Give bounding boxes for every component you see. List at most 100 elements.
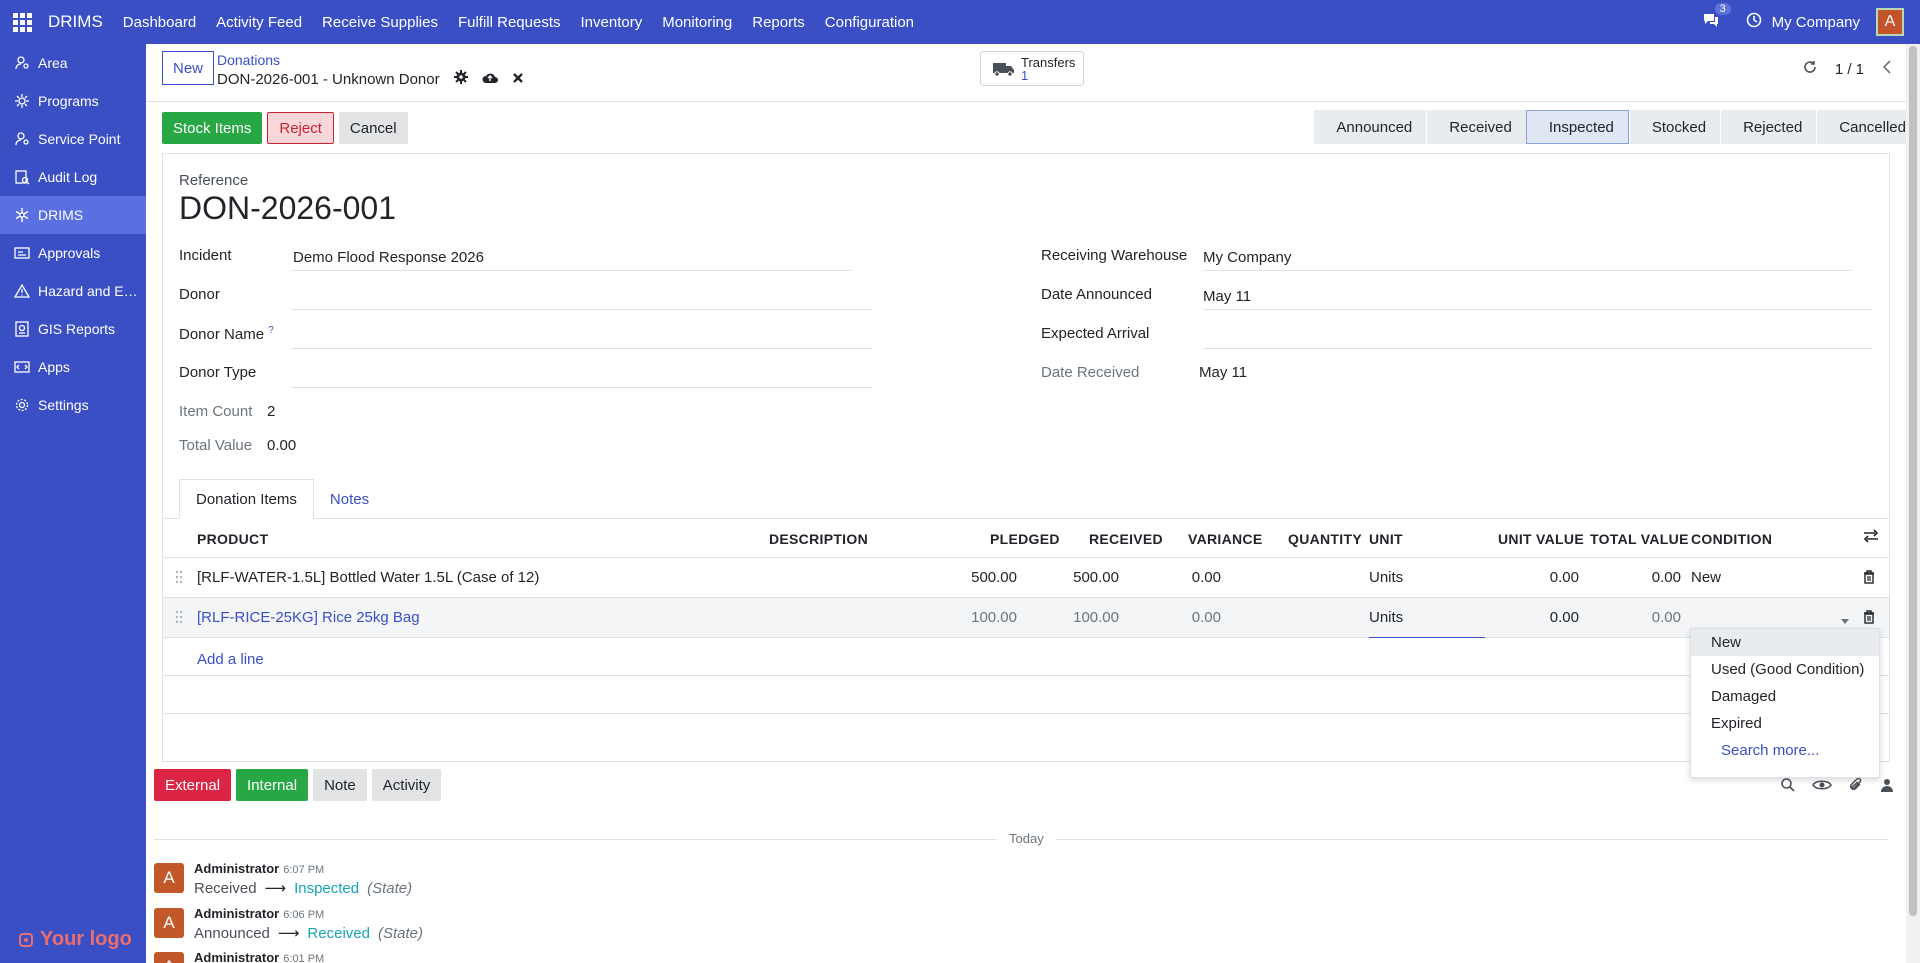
- drag-handle-icon[interactable]: [175, 570, 183, 588]
- gear-icon[interactable]: [453, 70, 468, 88]
- sidebar-item-hazard[interactable]: Hazard and E…: [0, 272, 146, 310]
- followers-user-icon[interactable]: [1880, 777, 1896, 797]
- column-unit[interactable]: UNIT: [1369, 531, 1403, 547]
- arrow-right-icon: ⟶: [277, 925, 300, 942]
- company-switcher[interactable]: My Company: [1772, 14, 1860, 31]
- sidebar-item-apps[interactable]: Apps: [0, 348, 146, 386]
- reject-button[interactable]: Reject: [267, 112, 334, 144]
- new-button[interactable]: New: [162, 51, 215, 85]
- pager-value[interactable]: 1 / 1: [1835, 61, 1864, 78]
- menu-reports[interactable]: Reports: [752, 14, 805, 31]
- menu-fulfill-requests[interactable]: Fulfill Requests: [458, 14, 561, 31]
- pager-previous-icon[interactable]: [1882, 60, 1892, 78]
- search-icon[interactable]: [1780, 777, 1796, 797]
- sidebar-item-programs[interactable]: Programs: [0, 82, 146, 120]
- stage-stocked[interactable]: Stocked: [1628, 110, 1721, 144]
- add-line-link[interactable]: Add a line: [197, 651, 264, 668]
- column-variance[interactable]: VARIANCE: [1188, 531, 1262, 547]
- sidebar-item-drims[interactable]: DRIMS: [0, 196, 146, 234]
- menu-configuration[interactable]: Configuration: [825, 14, 914, 31]
- product-link[interactable]: [RLF-RICE-25KG] Rice 25kg Bag: [197, 609, 420, 626]
- caret-down-icon[interactable]: [1841, 612, 1849, 629]
- today-label: Today: [997, 831, 1056, 846]
- message-author: Administrator 6:07 PM: [194, 861, 325, 876]
- sidebar-item-audit-log[interactable]: Audit Log: [0, 158, 146, 196]
- sidebar-item-label: Audit Log: [38, 169, 98, 185]
- warehouse-field[interactable]: My Company: [1203, 249, 1851, 271]
- item-count-value: 2: [267, 403, 276, 420]
- stage-inspected[interactable]: Inspected: [1525, 110, 1629, 144]
- cancel-button[interactable]: Cancel: [338, 112, 408, 144]
- table-row[interactable]: [RLF-RICE-25KG] Rice 25kg Bag 100.00 100…: [163, 598, 1889, 638]
- sidebar-item-settings[interactable]: Settings: [0, 386, 146, 424]
- page-scrollbar[interactable]: [1906, 44, 1920, 963]
- table-header: PRODUCT DESCRIPTION PLEDGED RECEIVED VAR…: [163, 519, 1889, 558]
- date-announced-field[interactable]: May 11: [1203, 288, 1873, 310]
- menu-activity-feed[interactable]: Activity Feed: [216, 14, 302, 31]
- message-count-badge: 3: [1714, 3, 1731, 15]
- delete-row-icon[interactable]: [1863, 570, 1875, 588]
- discard-icon[interactable]: [512, 71, 524, 88]
- menu-receive-supplies[interactable]: Receive Supplies: [322, 14, 438, 31]
- donor-type-field[interactable]: [291, 366, 873, 388]
- donor-field[interactable]: [291, 288, 873, 310]
- messages-icon[interactable]: 3: [1702, 3, 1731, 32]
- attachment-icon[interactable]: [1848, 777, 1864, 797]
- transfers-smart-button[interactable]: Transfers 1: [980, 51, 1084, 86]
- column-quantity[interactable]: QUANTITY: [1288, 531, 1362, 547]
- delete-row-icon[interactable]: [1863, 610, 1875, 628]
- menu-monitoring[interactable]: Monitoring: [662, 14, 732, 31]
- column-received[interactable]: RECEIVED: [1089, 531, 1163, 547]
- followers-eye-icon[interactable]: [1812, 777, 1832, 797]
- expected-arrival-field[interactable]: [1203, 327, 1873, 349]
- option-used[interactable]: Used (Good Condition): [1691, 656, 1879, 683]
- stage-cancelled[interactable]: Cancelled: [1816, 110, 1920, 144]
- sidebar-item-label: Hazard and E…: [38, 283, 138, 299]
- column-total-value[interactable]: TOTAL VALUE: [1590, 531, 1689, 547]
- optional-columns-icon[interactable]: [1863, 529, 1879, 546]
- column-unit-value[interactable]: UNIT VALUE: [1498, 531, 1584, 547]
- send-external-button[interactable]: External: [154, 769, 232, 801]
- stock-items-button[interactable]: Stock Items: [162, 112, 263, 144]
- user-avatar[interactable]: A: [1876, 8, 1904, 36]
- menu-inventory[interactable]: Inventory: [581, 14, 643, 31]
- log-internal-button[interactable]: Internal: [236, 769, 309, 801]
- search-more-link[interactable]: Search more...: [1691, 737, 1879, 764]
- option-damaged[interactable]: Damaged: [1691, 683, 1879, 710]
- help-tooltip[interactable]: ?: [268, 325, 274, 336]
- unit-value-field[interactable]: 0.00: [1550, 609, 1579, 626]
- breadcrumb-donations[interactable]: Donations: [217, 52, 280, 68]
- column-pledged[interactable]: PLEDGED: [990, 531, 1060, 547]
- tab-donation-items[interactable]: Donation Items: [179, 479, 314, 519]
- activity-button[interactable]: Activity: [371, 769, 442, 801]
- stage-rejected[interactable]: Rejected: [1720, 110, 1817, 144]
- apps-menu-icon[interactable]: [0, 0, 44, 44]
- tab-notes[interactable]: Notes: [314, 479, 385, 519]
- note-button[interactable]: Note: [313, 769, 367, 801]
- option-expired[interactable]: Expired: [1691, 710, 1879, 737]
- stage-announced[interactable]: Announced: [1313, 110, 1427, 144]
- column-condition[interactable]: CONDITION: [1691, 531, 1772, 547]
- unit-field[interactable]: Units: [1369, 609, 1485, 638]
- activity-clock-icon[interactable]: [1746, 12, 1762, 32]
- donor-name-field[interactable]: [291, 327, 873, 349]
- stage-received[interactable]: Received: [1426, 110, 1526, 144]
- sidebar-item-area[interactable]: Area: [0, 44, 146, 82]
- scrollbar-thumb[interactable]: [1909, 46, 1917, 916]
- table-row[interactable]: [RLF-WATER-1.5L] Bottled Water 1.5L (Cas…: [163, 558, 1889, 598]
- menu-dashboard[interactable]: Dashboard: [123, 14, 196, 31]
- column-product[interactable]: PRODUCT: [197, 531, 268, 547]
- sidebar-item-approvals[interactable]: Approvals: [0, 234, 146, 272]
- sidebar-item-gis-reports[interactable]: GIS Reports: [0, 310, 146, 348]
- date-received-label: Date Received: [1041, 364, 1140, 381]
- empty-row: [163, 676, 1889, 714]
- incident-field[interactable]: Demo Flood Response 2026: [291, 249, 851, 271]
- sidebar-item-service-point[interactable]: Service Point: [0, 120, 146, 158]
- brand-name[interactable]: DRIMS: [48, 12, 103, 32]
- action-buttons: Stock Items Reject Cancel: [162, 112, 408, 144]
- column-description[interactable]: DESCRIPTION: [769, 531, 868, 547]
- save-cloud-icon[interactable]: [482, 71, 498, 88]
- drag-handle-icon[interactable]: [175, 610, 183, 628]
- option-new[interactable]: New: [1691, 629, 1879, 656]
- refresh-icon[interactable]: [1803, 60, 1817, 78]
